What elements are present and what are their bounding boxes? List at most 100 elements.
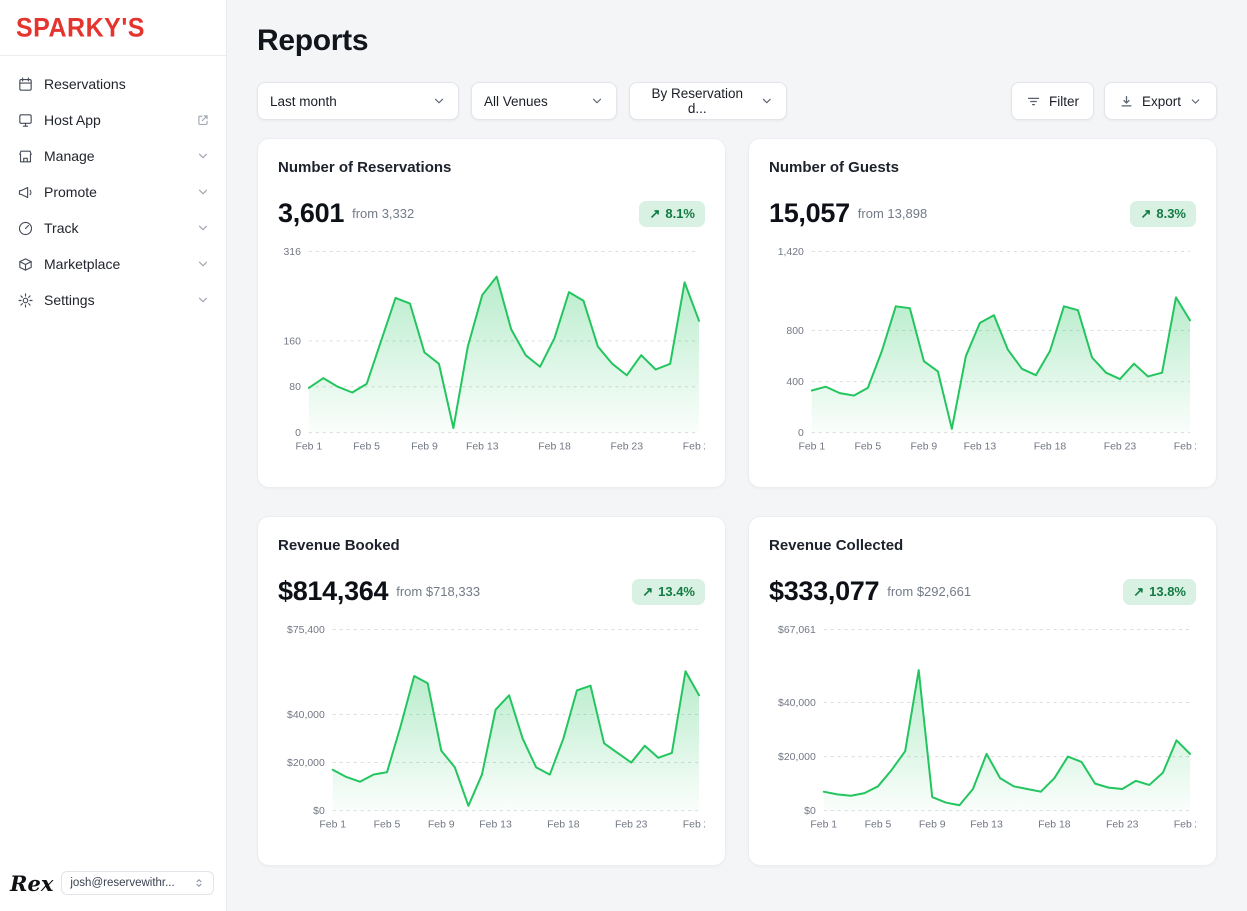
rex-logo: Rex — [10, 873, 53, 894]
track-icon — [16, 219, 34, 237]
svg-text:Feb 18: Feb 18 — [538, 442, 571, 453]
stat-value: $814,364 — [278, 576, 388, 607]
svg-text:Feb 18: Feb 18 — [1034, 442, 1067, 453]
filter-button[interactable]: Filter — [1011, 82, 1094, 120]
svg-text:800: 800 — [786, 326, 804, 337]
venues-select[interactable]: All Venues — [471, 82, 617, 120]
sidebar-item-label: Promote — [44, 184, 97, 200]
sidebar-item-label: Host App — [44, 112, 101, 128]
svg-text:400: 400 — [786, 377, 804, 388]
sidebar-item-label: Settings — [44, 292, 95, 308]
svg-text:Feb 5: Feb 5 — [374, 820, 401, 831]
trend-value: 8.1% — [665, 206, 695, 221]
sidebar-item-marketplace[interactable]: Marketplace — [0, 246, 226, 282]
chevron-down-icon — [1189, 95, 1202, 108]
export-button[interactable]: Export — [1104, 82, 1217, 120]
svg-text:Feb 28: Feb 28 — [1174, 820, 1196, 831]
trend-badge: ↗ 13.4% — [632, 579, 705, 605]
date-range-select[interactable]: Last month — [257, 82, 459, 120]
stat-row: $814,364 from $718,333 ↗ 13.4% — [278, 576, 705, 607]
chart-title: Number of Reservations — [278, 159, 705, 176]
stat-previous: from 13,898 — [858, 206, 927, 221]
trend-up-icon: ↗ — [1133, 584, 1144, 600]
sidebar-item-promote[interactable]: Promote — [0, 174, 226, 210]
svg-text:Feb 5: Feb 5 — [854, 442, 881, 453]
svg-text:160: 160 — [283, 336, 301, 347]
sidebar-footer: Rex josh@reservewithr... — [0, 861, 226, 911]
sparkys-logo: SPARKY'S — [16, 13, 210, 44]
sidebar-item-label: Reservations — [44, 76, 126, 92]
svg-text:Feb 5: Feb 5 — [353, 442, 380, 453]
svg-text:Feb 1: Feb 1 — [296, 442, 323, 453]
filter-button-label: Filter — [1049, 94, 1079, 109]
trend-value: 13.4% — [658, 584, 695, 599]
trend-badge: ↗ 8.1% — [639, 201, 705, 227]
svg-text:Feb 18: Feb 18 — [1038, 820, 1071, 831]
venues-value: All Venues — [484, 94, 548, 109]
sidebar-item-label: Track — [44, 220, 78, 236]
chart-title: Revenue Booked — [278, 537, 705, 554]
sidebar-item-host-app[interactable]: Host App — [0, 102, 226, 138]
svg-text:$20,000: $20,000 — [287, 758, 325, 769]
account-selector[interactable]: josh@reservewithr... — [61, 871, 214, 895]
export-button-label: Export — [1142, 94, 1181, 109]
sidebar-nav: Reservations Host App Manage — [0, 56, 226, 861]
sidebar-item-manage[interactable]: Manage — [0, 138, 226, 174]
group-by-value: By Reservation d... — [642, 86, 752, 116]
trend-value: 8.3% — [1156, 206, 1186, 221]
svg-text:Feb 9: Feb 9 — [428, 820, 455, 831]
svg-text:Feb 1: Feb 1 — [810, 820, 837, 831]
sidebar: SPARKY'S Reservations Host App — [0, 0, 227, 911]
chevron-down-icon — [196, 185, 210, 199]
chevron-down-icon — [196, 257, 210, 271]
account-email: josh@reservewithr... — [70, 877, 174, 889]
line-chart: $0$20,000$40,000$67,061Feb 1Feb 5Feb 9Fe… — [769, 621, 1196, 838]
trend-up-icon: ↗ — [642, 584, 653, 600]
svg-text:Feb 9: Feb 9 — [911, 442, 938, 453]
trend-badge: ↗ 13.8% — [1123, 579, 1196, 605]
chevron-down-icon — [432, 94, 446, 108]
svg-text:1,420: 1,420 — [778, 247, 804, 258]
svg-text:$0: $0 — [313, 806, 325, 817]
trend-value: 13.8% — [1149, 584, 1186, 599]
sidebar-item-reservations[interactable]: Reservations — [0, 66, 226, 102]
svg-text:0: 0 — [295, 428, 301, 439]
svg-text:80: 80 — [289, 382, 301, 393]
stat-value: $333,077 — [769, 576, 879, 607]
stat-row: $333,077 from $292,661 ↗ 13.8% — [769, 576, 1196, 607]
svg-text:Feb 28: Feb 28 — [683, 442, 705, 453]
sidebar-item-settings[interactable]: Settings — [0, 282, 226, 318]
svg-text:Feb 5: Feb 5 — [865, 820, 892, 831]
page-title: Reports — [257, 24, 1217, 58]
svg-text:Feb 13: Feb 13 — [964, 442, 997, 453]
svg-text:Feb 13: Feb 13 — [466, 442, 499, 453]
stat-previous: from 3,332 — [352, 206, 414, 221]
external-link-icon — [196, 113, 210, 127]
sidebar-item-track[interactable]: Track — [0, 210, 226, 246]
main-content: Reports Last month All Venues By Reserva… — [227, 0, 1247, 911]
sidebar-item-label: Marketplace — [44, 256, 120, 272]
svg-text:Feb 9: Feb 9 — [411, 442, 438, 453]
toolbar-right: Filter Export — [1011, 82, 1217, 120]
promote-icon — [16, 183, 34, 201]
manage-icon — [16, 147, 34, 165]
date-range-value: Last month — [270, 94, 337, 109]
svg-text:$75,400: $75,400 — [287, 625, 325, 636]
svg-text:Feb 9: Feb 9 — [919, 820, 946, 831]
filter-toolbar: Last month All Venues By Reservation d..… — [257, 82, 1217, 120]
svg-text:Feb 28: Feb 28 — [683, 820, 705, 831]
group-by-select[interactable]: By Reservation d... — [629, 82, 787, 120]
chevron-down-icon — [196, 149, 210, 163]
svg-text:Feb 18: Feb 18 — [547, 820, 580, 831]
host-app-icon — [16, 111, 34, 129]
stat-previous: from $292,661 — [887, 584, 971, 599]
sidebar-item-label: Manage — [44, 148, 95, 164]
chevron-down-icon — [196, 293, 210, 307]
app-window: SPARKY'S Reservations Host App — [0, 0, 1247, 911]
filter-icon — [1026, 94, 1041, 109]
trend-up-icon: ↗ — [649, 206, 660, 222]
svg-text:316: 316 — [283, 247, 301, 258]
svg-text:Feb 28: Feb 28 — [1174, 442, 1196, 453]
chart-card-number-of-guests: Number of Guests 15,057 from 13,898 ↗ 8.… — [748, 138, 1217, 488]
svg-text:Feb 1: Feb 1 — [319, 820, 346, 831]
